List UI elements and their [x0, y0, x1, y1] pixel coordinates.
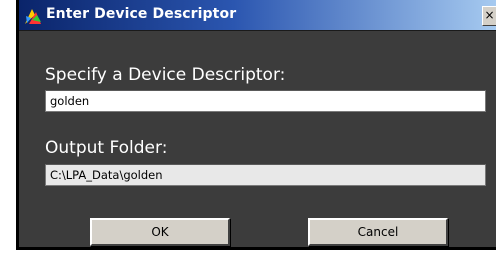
- cancel-button[interactable]: Cancel: [308, 218, 448, 246]
- close-icon: ×: [484, 8, 495, 22]
- descriptor-input[interactable]: golden: [45, 90, 486, 112]
- ok-button[interactable]: OK: [90, 218, 230, 246]
- dialog-body: Specify a Device Descriptor: golden Outp…: [19, 31, 496, 247]
- output-folder-label: Output Folder:: [45, 138, 168, 158]
- close-button[interactable]: ×: [482, 6, 496, 26]
- title-bar[interactable]: Enter Device Descriptor ×: [19, 0, 496, 31]
- descriptor-label: Specify a Device Descriptor:: [45, 65, 286, 85]
- app-icon: [25, 9, 41, 24]
- window-title: Enter Device Descriptor: [46, 6, 237, 22]
- enter-device-descriptor-dialog: Enter Device Descriptor × Specify a Devi…: [16, 0, 496, 250]
- output-folder-field: C:\LPA_Data\golden: [45, 164, 486, 186]
